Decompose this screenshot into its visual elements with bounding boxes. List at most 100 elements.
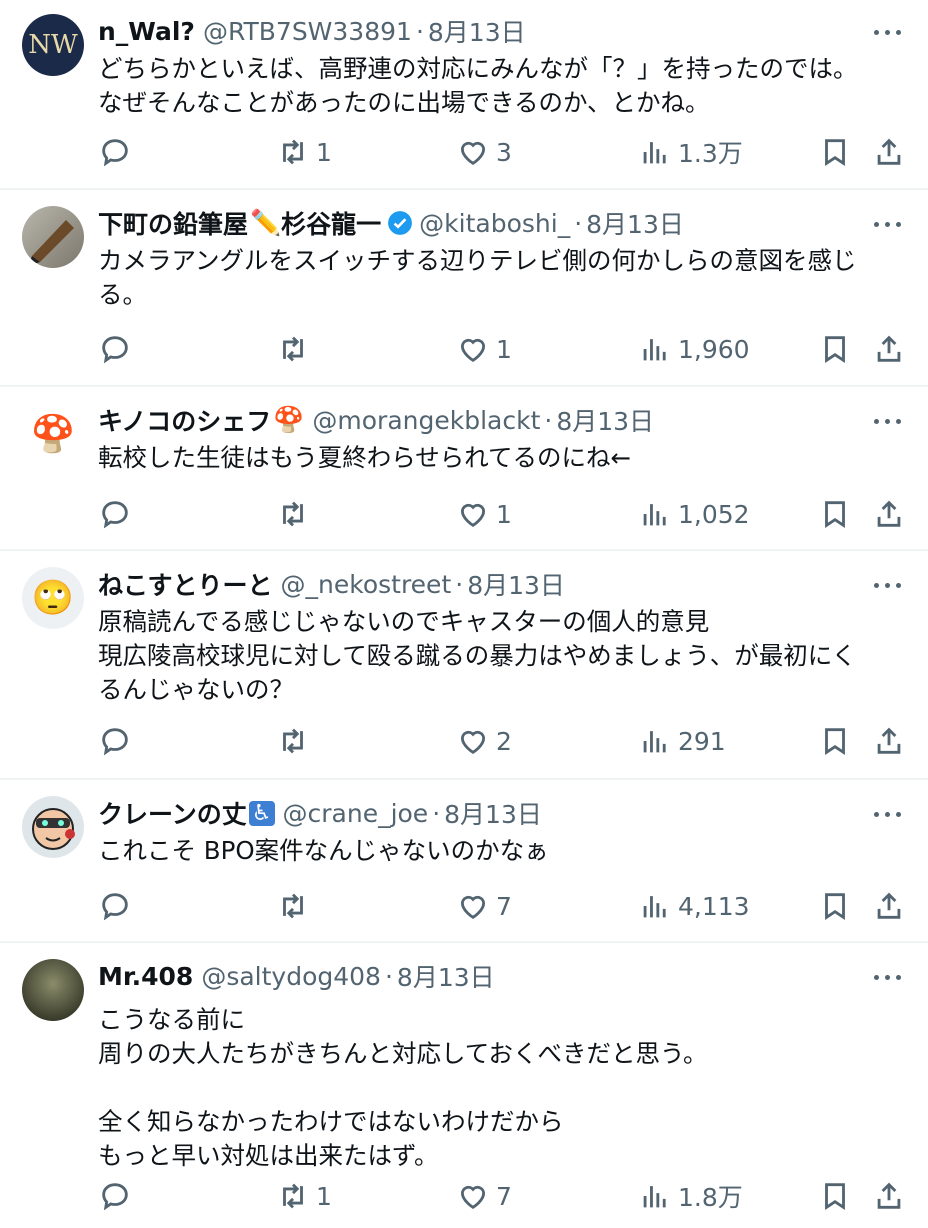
display-name[interactable]: 下町の鉛筆屋 xyxy=(98,205,248,241)
tweet[interactable]: 🍄 キノコのシェフ 🍄 @morangekblackt · 8月13日 転校した… xyxy=(0,389,928,551)
reply-button[interactable] xyxy=(98,1176,138,1216)
heart-icon xyxy=(460,1185,486,1209)
retweet-button[interactable]: 1 xyxy=(276,1176,332,1216)
reply-button[interactable] xyxy=(98,132,138,172)
bookmark-button[interactable] xyxy=(818,721,852,761)
retweet-icon xyxy=(283,1183,303,1209)
retweet-button[interactable]: 1 xyxy=(276,132,332,172)
tweet-text: こうなる前に 周りの大人たちがきちんと対応しておくべきだと思う。 全く知らなかっ… xyxy=(98,1003,908,1173)
bookmark-button[interactable] xyxy=(818,132,852,172)
display-name-suffix[interactable]: 杉谷龍一 xyxy=(281,205,381,241)
tweet-header: 下町の鉛筆屋 ✏️ 杉谷龍一 @kitaboshi_ · 8月13日 xyxy=(98,206,858,240)
tweet-line: 現広陵高校球児に対して殴る蹴るの暴力はやめましょう、が最初にく xyxy=(98,641,857,670)
like-button[interactable]: 1 xyxy=(456,329,512,369)
retweet-count: 1 xyxy=(316,137,332,167)
tweet[interactable]: Mr.408 @saltydog408 · 8月13日 こうなる前に 周りの大人… xyxy=(0,945,928,1228)
bookmark-icon xyxy=(825,1183,845,1210)
like-button[interactable]: 7 xyxy=(456,1176,512,1216)
like-button[interactable]: 1 xyxy=(456,494,512,534)
more-options-icon[interactable] xyxy=(874,967,904,987)
views-chart-icon xyxy=(643,731,666,753)
views-button[interactable]: 291 xyxy=(638,721,726,761)
retweet-icon xyxy=(283,728,303,754)
tweet-date[interactable]: 8月13日 xyxy=(444,795,542,831)
tweet[interactable]: NW n_Wal? @RTB7SW33891 · 8月13日 どちらかといえば、… xyxy=(0,0,928,190)
user-handle[interactable]: @kitaboshi_ xyxy=(419,209,570,238)
more-options-icon[interactable] xyxy=(874,22,904,42)
tweet-date[interactable]: 8月13日 xyxy=(467,566,565,602)
reply-button[interactable] xyxy=(98,886,138,926)
avatar[interactable]: 🍄 xyxy=(22,403,84,465)
bookmark-button[interactable] xyxy=(818,329,852,369)
views-button[interactable]: 1.3万 xyxy=(638,132,743,172)
retweet-button[interactable] xyxy=(276,329,316,369)
share-button[interactable] xyxy=(872,721,906,761)
share-button[interactable] xyxy=(872,886,906,926)
tweet-actions: 1 1,960 xyxy=(0,329,928,369)
retweet-count: 1 xyxy=(316,1181,332,1211)
reply-button[interactable] xyxy=(98,329,138,369)
views-button[interactable]: 1,960 xyxy=(638,329,750,369)
like-count: 3 xyxy=(496,137,512,167)
bookmark-button[interactable] xyxy=(818,494,852,534)
more-options-icon[interactable] xyxy=(874,804,904,824)
tweet-date[interactable]: 8月13日 xyxy=(586,205,684,241)
share-button[interactable] xyxy=(872,132,906,172)
share-icon xyxy=(877,1182,901,1209)
display-name[interactable]: ねこすとりーと xyxy=(98,566,273,602)
more-options-icon[interactable] xyxy=(874,214,904,234)
like-count: 7 xyxy=(496,891,512,921)
display-name[interactable]: キノコのシェフ xyxy=(98,402,271,438)
retweet-button[interactable] xyxy=(276,721,316,761)
tweet-date[interactable]: 8月13日 xyxy=(428,13,526,49)
views-chart-icon xyxy=(643,504,666,526)
share-button[interactable] xyxy=(872,329,906,369)
tweet-actions: 7 4,113 xyxy=(0,886,928,926)
reply-button[interactable] xyxy=(98,494,138,534)
display-name[interactable]: クレーンの丈 xyxy=(98,795,247,831)
view-count: 1,960 xyxy=(678,334,750,364)
tweet[interactable]: クレーンの丈 ♿ @crane_joe · 8月13日 これこそ BPO案件なん… xyxy=(0,782,928,943)
bookmark-icon xyxy=(825,893,845,920)
user-handle[interactable]: @RTB7SW33891 xyxy=(203,17,412,46)
display-name[interactable]: Mr.408 xyxy=(98,962,193,991)
like-count: 7 xyxy=(496,1181,512,1211)
like-button[interactable]: 2 xyxy=(456,721,512,761)
avatar[interactable]: NW xyxy=(22,14,84,76)
tweet-line: るんじゃないの？ xyxy=(98,675,294,704)
share-icon xyxy=(877,335,901,362)
retweet-icon xyxy=(283,893,303,919)
bookmark-button[interactable] xyxy=(818,1176,852,1216)
user-handle[interactable]: @morangekblackt xyxy=(312,406,540,435)
tweet[interactable]: 下町の鉛筆屋 ✏️ 杉谷龍一 @kitaboshi_ · 8月13日 カメラアン… xyxy=(0,192,928,387)
share-button[interactable] xyxy=(872,1176,906,1216)
avatar[interactable]: 🙄 xyxy=(22,567,84,629)
more-options-icon[interactable] xyxy=(874,411,904,431)
tweet[interactable]: 🙄 ねこすとりーと @_nekostreet · 8月13日 原稿読んでる感じじ… xyxy=(0,553,928,780)
reply-button[interactable] xyxy=(98,721,138,761)
share-button[interactable] xyxy=(872,494,906,534)
avatar[interactable] xyxy=(22,796,84,858)
views-button[interactable]: 1.8万 xyxy=(638,1176,743,1216)
retweet-button[interactable] xyxy=(276,886,316,926)
tweet-text: 原稿読んでる感じじゃないのでキャスターの個人的意見 現広陵高校球児に対して殴る蹴… xyxy=(98,605,908,707)
avatar[interactable] xyxy=(22,959,84,1021)
views-button[interactable]: 1,052 xyxy=(638,494,750,534)
separator-dot: · xyxy=(455,569,464,599)
user-handle[interactable]: @_nekostreet xyxy=(281,570,452,599)
views-button[interactable]: 4,113 xyxy=(638,886,750,926)
tweet-date[interactable]: 8月13日 xyxy=(556,402,654,438)
display-name[interactable]: n_Wal? xyxy=(98,17,195,46)
tweet-actions: 1 7 1.8万 xyxy=(0,1176,928,1216)
user-handle[interactable]: @saltydog408 xyxy=(201,962,381,991)
tweet-date[interactable]: 8月13日 xyxy=(397,958,495,994)
tweet-actions: 1 1,052 xyxy=(0,494,928,534)
avatar[interactable] xyxy=(22,206,84,268)
bookmark-button[interactable] xyxy=(818,886,852,926)
more-options-icon[interactable] xyxy=(874,575,904,595)
user-handle[interactable]: @crane_joe xyxy=(283,799,429,828)
verified-badge-icon[interactable] xyxy=(387,210,413,236)
like-button[interactable]: 3 xyxy=(456,132,512,172)
retweet-button[interactable] xyxy=(276,494,316,534)
like-button[interactable]: 7 xyxy=(456,886,512,926)
